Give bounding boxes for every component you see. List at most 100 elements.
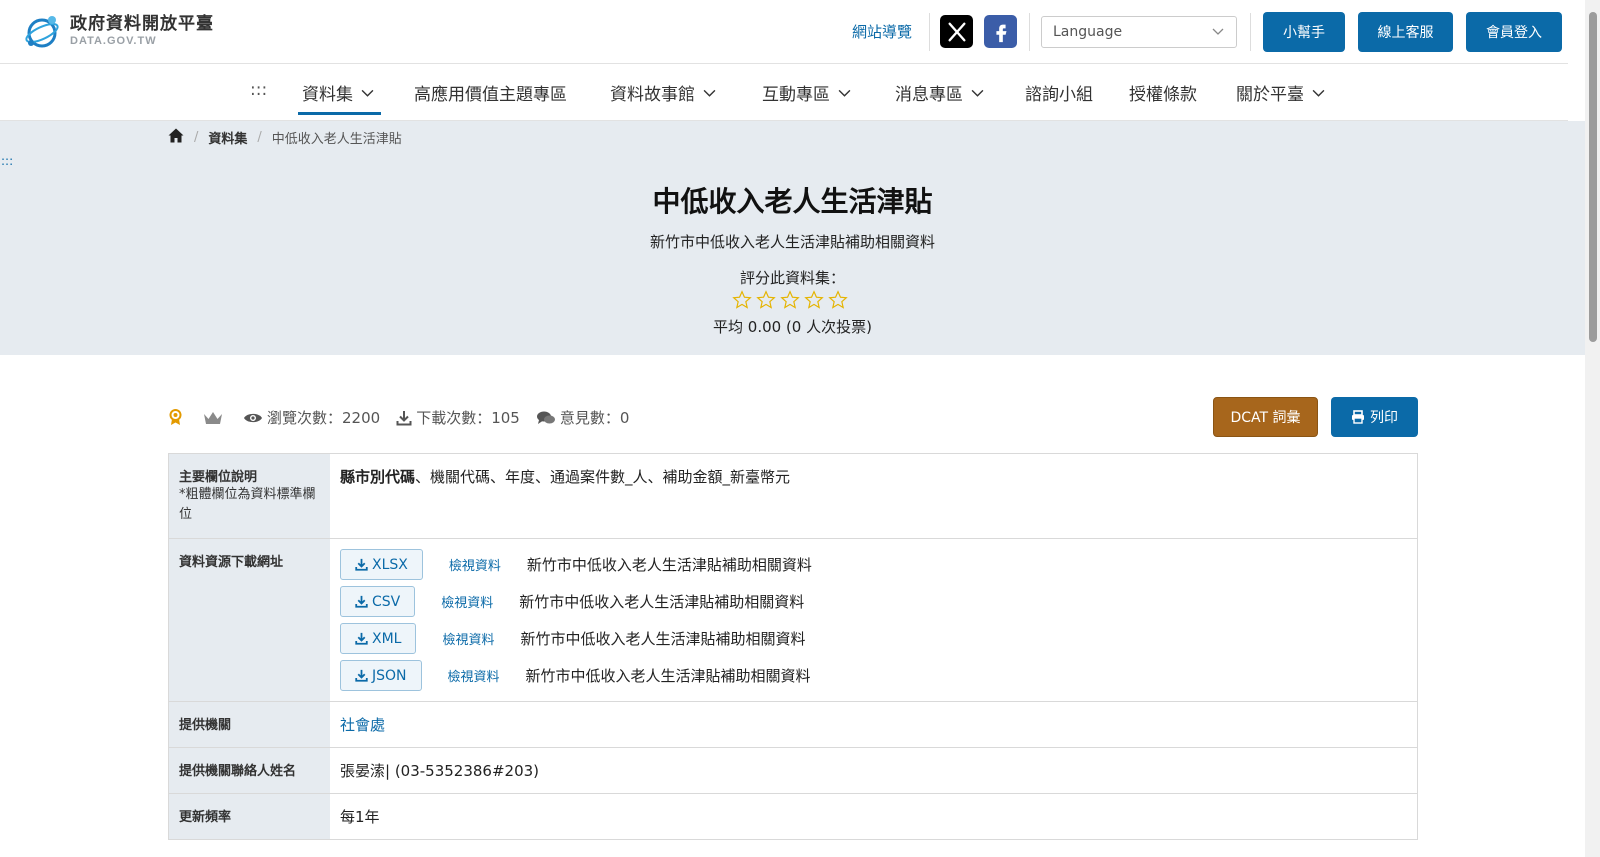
fields-value: 縣市別代碼、機關代碼、年度、通過案件數_人、補助金額_新臺幣元 — [330, 454, 1417, 538]
divider — [1250, 13, 1251, 51]
language-select[interactable]: Language — [1041, 16, 1237, 48]
view-data-link[interactable]: 檢視資料 — [442, 629, 494, 648]
resource-item: XLSX 檢視資料 新竹市中低收入老人生活津貼補助相關資料 — [340, 549, 1407, 580]
nav-item-license[interactable]: 授權條款 — [1129, 80, 1197, 105]
download-icon — [355, 595, 368, 608]
download-csv-button[interactable]: CSV — [340, 586, 416, 617]
home-icon[interactable] — [168, 128, 184, 147]
resource-item: JSON 檢視資料 新竹市中低收入老人生活津貼補助相關資料 — [340, 660, 1407, 691]
nav-accesskey[interactable]: ::: — [250, 80, 267, 100]
comments-label: 意見數： — [559, 409, 620, 427]
dcat-button[interactable]: DCAT 詞彙 — [1213, 397, 1318, 437]
rating-average: 平均 0.00 (0 人次投票) — [713, 318, 872, 336]
field-standard: 縣市別代碼 — [340, 468, 416, 486]
nav-item-label: 資料集 — [302, 85, 353, 105]
nav-item-about[interactable]: 關於平臺 — [1236, 80, 1325, 105]
format-label: XML — [372, 630, 402, 647]
downloads-count: 下載次數： 105 — [396, 407, 520, 428]
logo-subtitle: DATA.GOV.TW — [70, 35, 157, 47]
view-data-link[interactable]: 檢視資料 — [449, 555, 501, 574]
nav-item-advisory[interactable]: 諮詢小組 — [1025, 80, 1093, 105]
table-row: 資料資源下載網址 XLSX 檢視資料 新竹市中低收入老人生活津貼補助相關資料 C… — [169, 539, 1417, 702]
rating-prompt: 評分此資料集： — [739, 269, 845, 287]
nav-item-stories[interactable]: 資料故事館 — [610, 80, 716, 105]
download-icon — [355, 669, 368, 682]
nav-item-label: 消息專區 — [895, 85, 963, 105]
page-title: 中低收入老人生活津貼 — [652, 185, 933, 218]
table-row: 提供機關 社會處 — [169, 702, 1417, 748]
dataset-subtitle: 新竹市中低收入老人生活津貼補助相關資料 — [649, 233, 935, 251]
view-data-link[interactable]: 檢視資料 — [448, 666, 500, 685]
contact-header: 提供機關聯絡人姓名 — [169, 748, 330, 793]
content-accesskey[interactable]: ::: — [1, 154, 13, 168]
online-service-button[interactable]: 線上客服 — [1358, 12, 1453, 52]
views-label: 瀏覽次數： — [267, 409, 343, 427]
download-xlsx-button[interactable]: XLSX — [340, 549, 423, 580]
scrollbar-thumb[interactable] — [1589, 12, 1597, 342]
print-button[interactable]: 列印 — [1331, 397, 1418, 437]
nav-item-interactive[interactable]: 互動專區 — [762, 80, 851, 105]
star-icon[interactable] — [828, 290, 848, 310]
nav-item-label: 資料故事館 — [610, 85, 695, 105]
contact-value: 張晏溹| (03-5352386#203) — [330, 748, 1417, 793]
nav-item-datasets[interactable]: 資料集 — [302, 80, 374, 105]
agency-link[interactable]: 社會處 — [340, 716, 385, 734]
member-login-button[interactable]: 會員登入 — [1466, 12, 1562, 52]
chevron-down-icon — [971, 89, 984, 97]
helper-button[interactable]: 小幫手 — [1263, 12, 1345, 52]
comments-icon — [536, 411, 555, 424]
format-label: JSON — [372, 667, 407, 684]
star-icon[interactable] — [780, 290, 800, 310]
star-icon[interactable] — [804, 290, 824, 310]
nav-item-high-value[interactable]: 高應用價值主題專區 — [414, 80, 567, 105]
breadcrumb: / 資料集 / 中低收入老人生活津貼 — [168, 128, 402, 147]
resource-description: 新竹市中低收入老人生活津貼補助相關資料 — [526, 556, 812, 574]
field-others: 、機關代碼、年度、通過案件數_人、補助金額_新臺幣元 — [415, 468, 791, 486]
star-icon[interactable] — [732, 290, 752, 310]
sitemap-link[interactable]: 網站導覽 — [852, 21, 912, 42]
resources-header: 資料資源下載網址 — [169, 539, 330, 701]
table-row: 提供機關聯絡人姓名 張晏溹| (03-5352386#203) — [169, 748, 1417, 794]
chevron-down-icon — [1312, 89, 1325, 97]
resource-description: 新竹市中低收入老人生活津貼補助相關資料 — [520, 630, 806, 648]
logo-icon — [22, 11, 62, 51]
divider — [929, 13, 930, 51]
breadcrumb-datasets[interactable]: 資料集 — [208, 128, 247, 147]
x-twitter-icon[interactable] — [940, 15, 973, 48]
chevron-down-icon — [703, 89, 716, 97]
star-icon[interactable] — [756, 290, 776, 310]
agency-value: 社會處 — [330, 702, 1417, 747]
eye-icon — [244, 413, 262, 422]
resource-description: 新竹市中低收入老人生活津貼補助相關資料 — [525, 667, 811, 685]
fields-note: *粗體欄位為資料標準欄位 — [179, 487, 316, 522]
download-json-button[interactable]: JSON — [340, 660, 422, 691]
dataset-stats: 瀏覽次數： 2200 下載次數： 105 意見數： 0 — [168, 407, 645, 428]
main-nav: ::: 資料集 高應用價值主題專區 資料故事館 互動專區 消息專區 諮詢小組 授… — [0, 64, 1568, 121]
resources-value: XLSX 檢視資料 新竹市中低收入老人生活津貼補助相關資料 CSV 檢視資料 新… — [330, 539, 1417, 701]
view-data-link[interactable]: 檢視資料 — [441, 592, 493, 611]
download-icon — [355, 632, 368, 645]
breadcrumb-separator: / — [257, 130, 262, 145]
nav-item-news[interactable]: 消息專區 — [895, 80, 984, 105]
downloads-value: 105 — [491, 408, 520, 427]
dataset-detail-table: 主要欄位說明 *粗體欄位為資料標準欄位 縣市別代碼、機關代碼、年度、通過案件數_… — [168, 453, 1418, 840]
download-xml-button[interactable]: XML — [340, 623, 417, 654]
award-icon — [168, 409, 187, 426]
downloads-label: 下載次數： — [416, 409, 492, 427]
top-header: 政府資料開放平臺 DATA.GOV.TW 網站導覽 Language 小幫手 線… — [0, 0, 1568, 64]
facebook-icon[interactable] — [984, 15, 1017, 48]
views-count: 瀏覽次數： 2200 — [243, 407, 380, 428]
views-value: 2200 — [342, 408, 381, 427]
frequency-value: 每1年 — [330, 794, 1417, 839]
site-logo[interactable]: 政府資料開放平臺 DATA.GOV.TW — [22, 11, 214, 51]
agency-header: 提供機關 — [169, 702, 330, 747]
chevron-down-icon — [361, 89, 374, 97]
format-label: CSV — [372, 593, 401, 610]
crown-icon — [203, 410, 227, 426]
resource-description: 新竹市中低收入老人生活津貼補助相關資料 — [519, 593, 805, 611]
fields-label: 主要欄位說明 — [179, 470, 258, 485]
breadcrumb-current: 中低收入老人生活津貼 — [271, 132, 402, 147]
breadcrumb-separator: / — [194, 130, 199, 145]
nav-item-label: 關於平臺 — [1236, 85, 1304, 105]
language-select-value: Language — [1053, 24, 1123, 40]
